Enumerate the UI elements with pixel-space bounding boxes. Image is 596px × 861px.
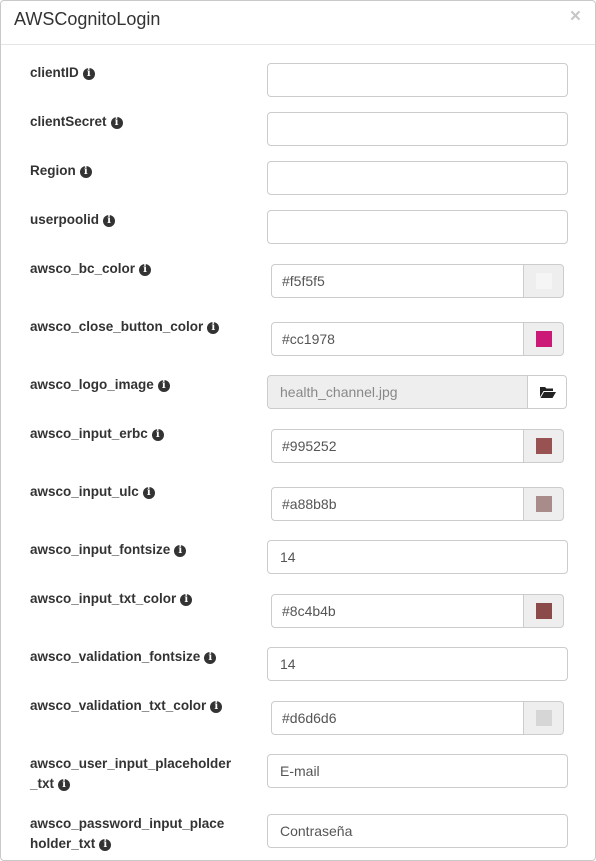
info-icon[interactable]: i [139,264,152,276]
validation-fontsize-label: awsco_validation_fontsize i [30,647,245,667]
region-input[interactable] [267,161,568,195]
info-icon[interactable]: i [79,166,92,178]
clientid-label: clientID i [30,63,245,83]
dialog-header: AWSCognitoLogin × [1,1,595,45]
region-label: Region i [30,161,245,181]
info-icon[interactable]: i [142,487,155,499]
password-input-placeholder-input[interactable] [267,814,568,848]
input-erbc-swatch-button[interactable] [523,429,564,463]
logo-image-input: health_channel.jpg [267,375,528,409]
info-icon[interactable]: i [110,117,123,129]
input-ulc-input[interactable]: #a88b8b [271,487,524,521]
info-icon[interactable]: i [207,322,220,334]
user-input-placeholder-label: awsco_user_input_placeholder _txt i [30,756,232,791]
clientsecret-input[interactable] [267,112,568,146]
info-icon[interactable]: i [151,429,164,441]
input-txt-color-label: awsco_input_txt_color i [30,589,245,609]
input-erbc-input[interactable]: #995252 [271,429,524,463]
input-txt-color-input[interactable]: #8c4b4b [271,594,524,628]
bc-color-label: awsco_bc_color i [30,259,245,279]
info-icon[interactable]: i [180,594,193,606]
info-icon[interactable]: i [103,215,116,227]
dialog-title: AWSCognitoLogin [14,9,161,29]
userpoolid-input[interactable] [267,210,568,244]
color-swatch [536,710,552,726]
color-swatch [536,331,552,347]
userpoolid-label: userpoolid i [30,210,245,230]
input-txt-color-picker: #8c4b4b [271,594,564,628]
input-fontsize-label: awsco_input_fontsize i [30,540,245,560]
input-ulc-swatch-button[interactable] [523,487,564,521]
input-ulc-picker: #a88b8b [271,487,564,521]
info-icon[interactable]: i [204,652,217,664]
input-txt-color-swatch-button[interactable] [523,594,564,628]
input-erbc-picker: #995252 [271,429,564,463]
password-input-placeholder-label: awsco_password_input_place holder_txt i [30,816,225,851]
close-icon[interactable]: × [570,7,581,27]
validation-txt-color-input[interactable]: #d6d6d6 [271,701,524,735]
validation-txt-color-picker: #d6d6d6 [271,701,564,735]
input-fontsize-input[interactable] [267,540,568,574]
bc-color-picker: #f5f5f5 [271,264,564,298]
user-input-placeholder-input[interactable] [267,754,568,788]
bc-color-input[interactable]: #f5f5f5 [271,264,524,298]
color-swatch [536,496,552,512]
folder-open-icon [540,387,556,398]
info-icon[interactable]: i [210,701,223,713]
clientsecret-label: clientSecret i [30,112,245,132]
close-button-color-label: awsco_close_button_color i [30,317,245,337]
info-icon[interactable]: i [82,68,95,80]
info-icon[interactable]: i [174,545,187,557]
close-button-color-swatch-button[interactable] [523,322,564,356]
input-erbc-label: awsco_input_erbc i [30,424,245,444]
info-icon[interactable]: i [99,839,112,851]
info-icon[interactable]: i [58,779,71,791]
close-button-color-input[interactable]: #cc1978 [271,322,524,356]
bc-color-swatch-button[interactable] [523,264,564,298]
logo-image-picker: health_channel.jpg [267,375,567,409]
color-swatch [536,273,552,289]
info-icon[interactable]: i [157,380,170,392]
close-button-color-picker: #cc1978 [271,322,564,356]
browse-file-button[interactable] [527,375,567,409]
awscognito-login-dialog: AWSCognitoLogin × clientID i clientSecret… [0,0,596,861]
input-ulc-label: awsco_input_ulc i [30,482,245,502]
color-swatch [536,438,552,454]
validation-txt-color-label: awsco_validation_txt_color i [30,696,245,716]
color-swatch [536,603,552,619]
clientid-input[interactable] [267,63,568,97]
logo-image-label: awsco_logo_image i [30,375,245,395]
validation-fontsize-input[interactable] [267,647,568,681]
validation-txt-color-swatch-button[interactable] [523,701,564,735]
